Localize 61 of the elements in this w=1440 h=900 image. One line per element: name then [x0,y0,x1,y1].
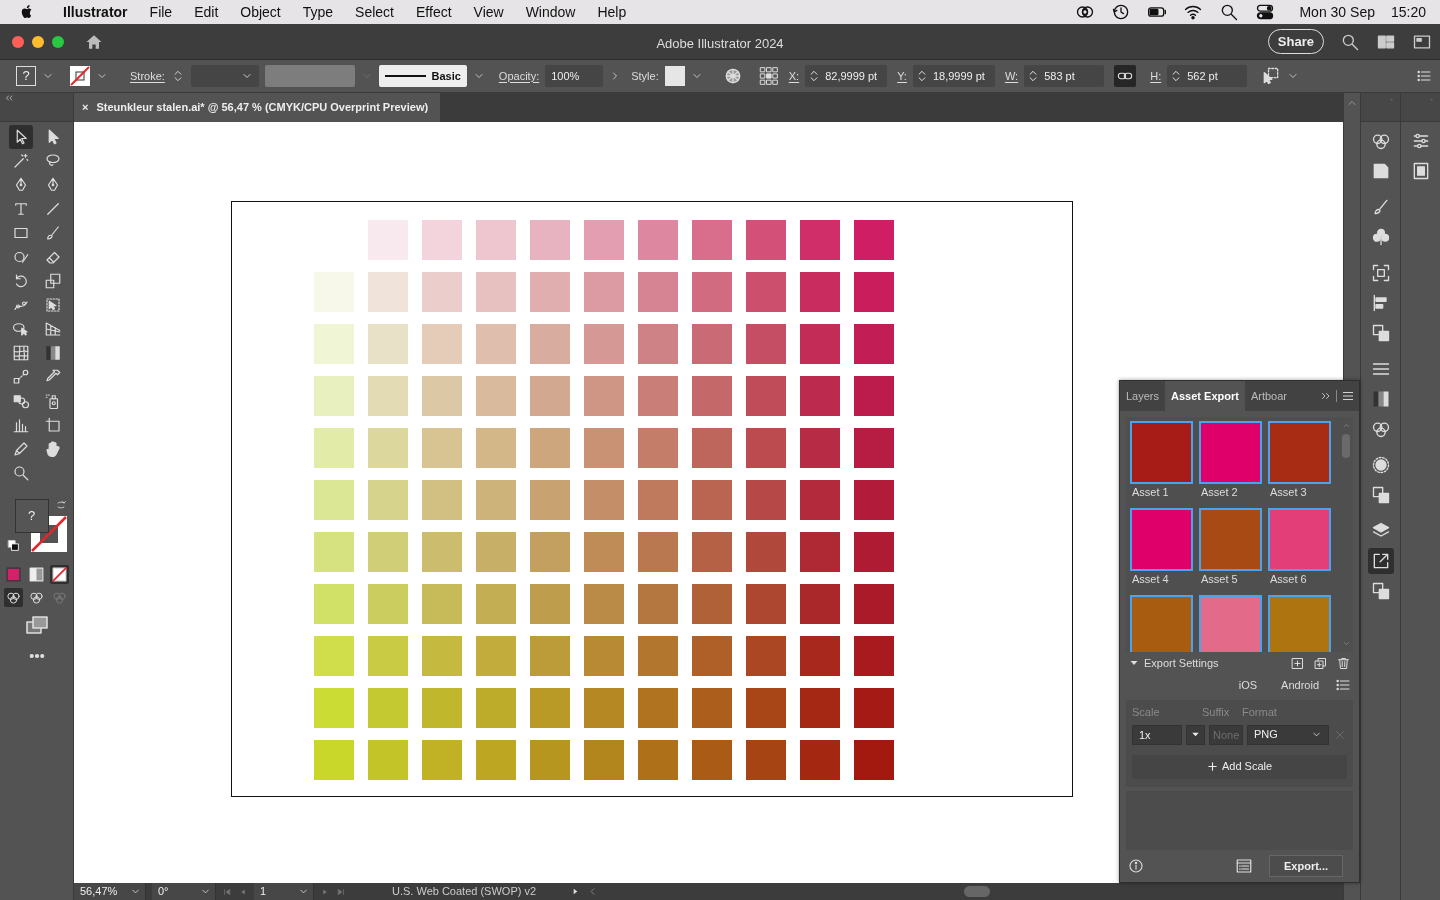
field-value: 82,9999 pt [825,68,878,84]
width-field[interactable]: 583 pt [1024,65,1105,87]
menu-item[interactable]: Select [344,1,405,23]
field-value: 0° [158,884,170,900]
menu-item[interactable]: Object [229,1,292,23]
menu-bar-date: Mon 30 Sep [1299,2,1375,22]
opacity-label: Opacity: [498,68,540,84]
field-value: 18,9999 pt [932,68,985,84]
rotation-dropdown[interactable]: 0° [152,883,216,900]
preset-link[interactable]: Android [1281,676,1319,694]
field-value: 562 pt [1187,68,1218,84]
style-label: Style: [631,68,659,84]
column-header: Format [1242,705,1278,720]
menu-item[interactable]: Window [514,1,587,23]
y-label: Y: [897,68,907,84]
width-label: W: [1004,68,1019,84]
asset-label: Asset 2 [1200,485,1239,500]
field-value: 583 pt [1044,68,1075,84]
panel-tab[interactable]: Layers [1120,381,1166,411]
artboard-dropdown[interactable]: 1 [254,883,314,900]
menu-item[interactable]: Edit [183,1,230,23]
export-button[interactable]: Export... [1269,854,1343,878]
menu-item[interactable]: Effect [405,1,463,23]
menu-item[interactable]: Help [586,1,638,23]
window-title: Adobe Illustrator 2024 [656,36,784,51]
column-header: Suffix [1202,705,1231,720]
section-title: Export Settings [1144,655,1219,671]
x-field[interactable]: 82,9999 pt [805,65,888,87]
panel-tab[interactable]: Asset Export [1165,381,1245,411]
asset-label: Asset 3 [1269,485,1308,500]
scale-field[interactable]: 1x [1132,724,1182,745]
stroke-label: Stroke: [130,68,165,84]
asset-label: Asset 1 [1131,485,1170,500]
close-tab-button[interactable]: × [82,99,89,116]
fill-box[interactable]: ? [14,499,49,533]
app-menu[interactable]: Illustrator [52,1,139,23]
menu-item[interactable]: View [462,1,515,23]
height-label: H: [1150,68,1162,84]
asset-label: Asset 4 [1131,572,1170,587]
field-value: 1 [260,884,268,900]
column-header: Scale [1132,705,1161,720]
asset-label: Asset 5 [1200,572,1239,587]
opacity-field[interactable]: 100% [545,65,604,87]
asset-label: Asset 6 [1269,572,1308,587]
add-scale-button[interactable]: Add Scale [1132,754,1347,779]
x-label: X: [788,68,800,84]
y-field[interactable]: 18,9999 pt [912,65,995,87]
format-dropdown[interactable]: PNG [1247,724,1329,745]
zoom-dropdown[interactable]: 56,47% [74,883,146,900]
brush-name: Basic [431,68,461,84]
menu-item[interactable]: Type [291,1,345,23]
height-field[interactable]: 562 pt [1167,65,1248,87]
field-value: 56,47% [80,884,119,900]
document-tab-title[interactable]: Steunkleur stalen.ai* @ 56,47 % (CMYK/CPU Overprint Preview) [96,99,429,116]
menu-item[interactable]: File [138,1,184,23]
fill-swatch[interactable]: ? [16,66,36,86]
preset-link[interactable]: iOS [1238,676,1258,694]
brush-dropdown[interactable]: Basic [378,65,467,87]
document-profile: U.S. Web Coated (SWOP) v2 [392,884,537,900]
menu-bar-time: 15:20 [1390,2,1426,22]
panel-tab[interactable]: Artboar [1244,381,1293,411]
